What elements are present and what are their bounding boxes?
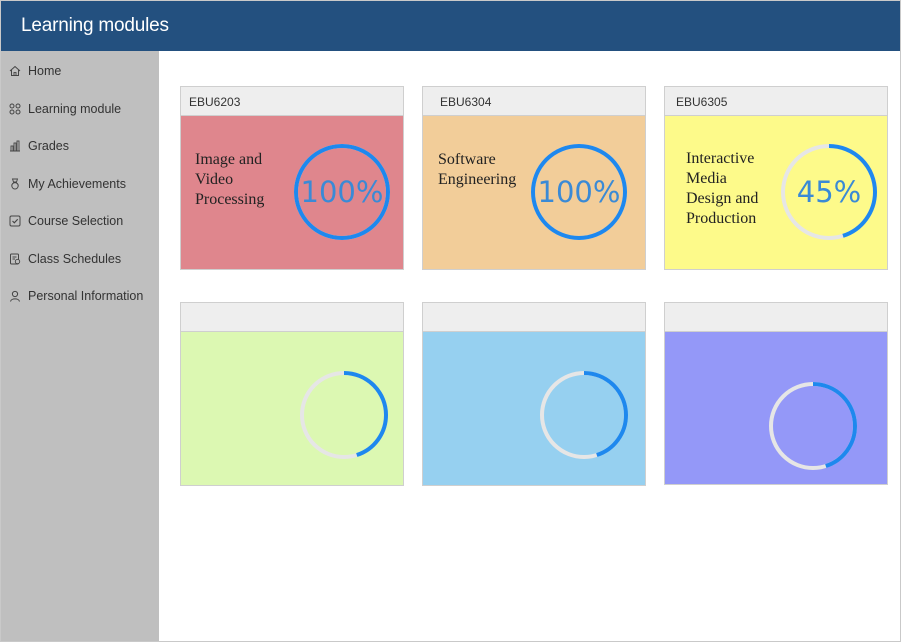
progress-percent: 100% [300, 175, 384, 209]
sidebar-item-learning-module[interactable]: Learning module [9, 98, 121, 120]
module-card-header [422, 302, 646, 332]
progress-ring: 45% [780, 143, 878, 241]
module-card-body[interactable]: Software Engineering 100% [422, 116, 646, 270]
progress-ring [539, 370, 629, 460]
sidebar: Home Learning module Grades My Achieveme… [1, 51, 159, 641]
home-icon [9, 65, 21, 77]
bar-chart-icon [9, 140, 21, 152]
sidebar-item-label: Class Schedules [28, 252, 122, 266]
sidebar-item-personal-information[interactable]: Personal Information [9, 285, 143, 307]
module-code: EBU6203 [189, 95, 241, 109]
module-card[interactable] [664, 302, 888, 485]
module-card[interactable]: EBU6304 Software Engineering 100% [422, 86, 646, 270]
module-name: Image and Video Processing [195, 151, 265, 208]
sidebar-item-label: Personal Information [28, 289, 144, 303]
module-card[interactable]: EBU6203 Image and Video Processing 100% [180, 86, 404, 270]
module-name: Interactive Media Design and Production [686, 150, 759, 227]
sidebar-item-home[interactable]: Home [9, 60, 61, 82]
sidebar-item-label: My Achievements [28, 177, 126, 191]
module-code: EBU6305 [676, 95, 728, 109]
sidebar-item-label: Grades [28, 139, 69, 153]
grid-icon [9, 103, 21, 115]
sidebar-item-label: Course Selection [28, 214, 124, 228]
module-card-body[interactable] [664, 332, 888, 485]
sidebar-item-class-schedules[interactable]: Class Schedules [9, 248, 121, 270]
medal-icon [9, 178, 21, 190]
top-bar: Learning modules [1, 1, 900, 51]
module-card-header: EBU6304 [422, 86, 646, 116]
progress-ring [299, 370, 389, 460]
module-card-header [664, 302, 888, 332]
progress-ring [768, 381, 858, 471]
module-card-body[interactable]: Image and Video Processing 100% [180, 116, 404, 270]
module-name: Software Engineering [438, 151, 517, 188]
sidebar-item-grades[interactable]: Grades [9, 135, 69, 157]
module-card-body[interactable] [422, 332, 646, 486]
module-card-body[interactable] [180, 332, 404, 486]
module-card-body[interactable]: Interactive Media Design and Production … [664, 116, 888, 270]
module-card-header: EBU6305 [664, 86, 888, 116]
course-select-icon [9, 215, 21, 227]
page-title: Learning modules [21, 15, 169, 36]
user-icon [9, 290, 21, 302]
progress-percent: 45% [796, 175, 862, 209]
schedule-icon [9, 253, 21, 265]
module-card-header: EBU6203 [180, 86, 404, 116]
module-card[interactable] [180, 302, 404, 486]
module-card-header [180, 302, 404, 332]
sidebar-item-course-selection[interactable]: Course Selection [9, 210, 123, 232]
module-card[interactable] [422, 302, 646, 486]
module-card[interactable]: EBU6305 Interactive Media Design and Pro… [664, 86, 888, 270]
sidebar-item-achievements[interactable]: My Achievements [9, 173, 126, 195]
progress-ring: 100% [293, 143, 391, 241]
progress-percent: 100% [537, 175, 621, 209]
progress-ring: 100% [530, 143, 628, 241]
sidebar-item-label: Learning module [28, 102, 122, 116]
sidebar-item-label: Home [28, 64, 62, 78]
module-code: EBU6304 [440, 95, 492, 109]
